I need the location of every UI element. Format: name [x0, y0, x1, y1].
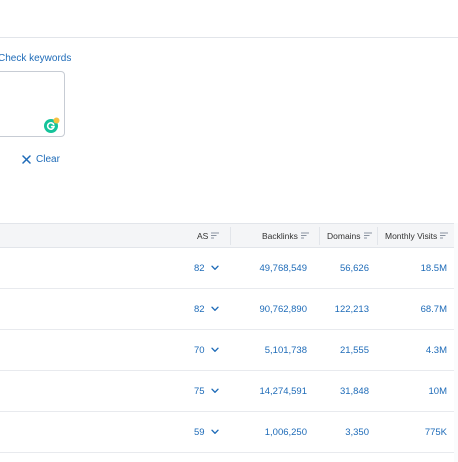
backlinks-value[interactable]: 5,101,738	[240, 330, 307, 370]
close-icon	[22, 154, 31, 164]
backlinks-value[interactable]: 49,768,549	[240, 248, 307, 288]
sort-lines-icon	[363, 232, 372, 239]
column-divider	[319, 227, 320, 245]
table-row: 75 14,274,591 31,848 10M	[0, 371, 458, 412]
domains-value[interactable]: 3,350	[315, 412, 369, 452]
column-header-label: Domains	[327, 230, 361, 241]
grammarly-icon[interactable]	[44, 117, 60, 133]
domains-value[interactable]: 31,848	[315, 371, 369, 411]
sort-lines-icon	[440, 232, 449, 239]
table-row: 59 1,006,250 3,350 775K	[0, 412, 458, 453]
monthly-visits-value[interactable]: 4.3M	[380, 330, 447, 370]
authority-score-value: 75	[194, 385, 205, 397]
column-header-label: AS	[197, 230, 209, 241]
column-header-as[interactable]: AS	[197, 224, 220, 247]
chevron-down-icon	[210, 388, 219, 393]
clear-button[interactable]: Clear	[22, 152, 60, 166]
authority-score-value: 59	[194, 426, 205, 438]
backlinks-value[interactable]: 14,274,591	[240, 371, 307, 411]
column-divider	[230, 227, 231, 245]
domains-value[interactable]: 122,213	[315, 289, 369, 329]
chevron-down-icon	[210, 347, 219, 352]
check-keywords-link[interactable]: Check keywords	[0, 53, 71, 64]
sort-lines-icon	[300, 232, 309, 239]
table-row: 70 5,101,738 21,555 4.3M	[0, 330, 458, 371]
monthly-visits-value[interactable]: 10M	[380, 371, 447, 411]
chevron-down-icon	[210, 306, 219, 311]
authority-score-cell[interactable]: 82	[194, 248, 224, 288]
authority-score-value: 82	[194, 262, 205, 274]
column-header-monthly-visits[interactable]: Monthly Visits	[385, 224, 449, 247]
backlinks-value[interactable]: 1,006,250	[240, 412, 307, 452]
backlinks-value[interactable]: 90,762,890	[240, 289, 307, 329]
authority-score-cell[interactable]: 75	[194, 371, 224, 411]
top-bar	[0, 0, 458, 38]
column-header-backlinks[interactable]: Backlinks	[262, 224, 309, 247]
monthly-visits-value[interactable]: 775K	[380, 412, 447, 452]
authority-score-cell[interactable]: 59	[194, 412, 224, 452]
chevron-down-icon	[210, 429, 219, 434]
table-header: AS Backlinks Domains Monthly Visits	[0, 223, 458, 248]
authority-score-cell[interactable]: 82	[194, 289, 224, 329]
column-header-label: Monthly Visits	[385, 230, 438, 241]
column-header-domains[interactable]: Domains	[327, 224, 372, 247]
column-divider	[377, 227, 378, 245]
authority-score-value: 70	[194, 344, 205, 356]
column-header-label: Backlinks	[262, 230, 298, 241]
monthly-visits-value[interactable]: 18.5M	[380, 248, 447, 288]
table-row: 82 90,762,890 122,213 68.7M	[0, 289, 458, 330]
clear-label: Clear	[36, 153, 60, 165]
authority-score-value: 82	[194, 303, 205, 315]
table-row: 82 49,768,549 56,626 18.5M	[0, 248, 458, 289]
scrollbar-track[interactable]	[454, 223, 458, 462]
domains-value[interactable]: 21,555	[315, 330, 369, 370]
authority-score-cell[interactable]: 70	[194, 330, 224, 370]
monthly-visits-value[interactable]: 68.7M	[380, 289, 447, 329]
chevron-down-icon	[210, 265, 219, 270]
sort-lines-icon	[211, 232, 220, 239]
domains-value[interactable]: 56,626	[315, 248, 369, 288]
